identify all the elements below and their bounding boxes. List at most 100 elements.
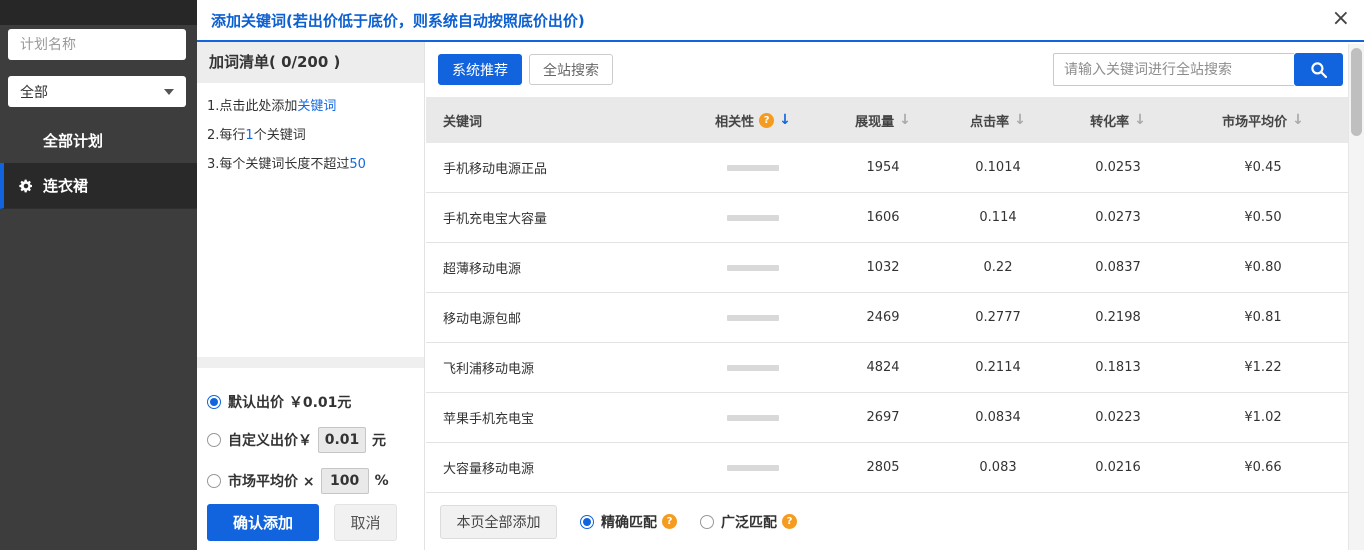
cvr-cell: 0.0223 bbox=[1058, 410, 1178, 425]
sidebar-top-strip bbox=[0, 0, 197, 25]
impressions-cell: 4824 bbox=[828, 360, 938, 375]
radio-exact-match[interactable] bbox=[580, 515, 594, 529]
ctr-cell: 0.2114 bbox=[938, 360, 1058, 375]
plan-filter-value: 全部 bbox=[20, 82, 48, 102]
table-row[interactable]: 手机充电宝大容量16060.1140.0273¥0.50 bbox=[426, 193, 1348, 243]
radio-market-bid[interactable] bbox=[207, 474, 221, 488]
help-icon[interactable]: ? bbox=[782, 514, 797, 529]
instruction-line: 3.每个关键词长度不超过50 bbox=[207, 153, 414, 172]
price-cell: ¥0.80 bbox=[1178, 260, 1348, 275]
gear-icon bbox=[18, 178, 34, 194]
tab-site-search[interactable]: 全站搜索 bbox=[529, 54, 613, 85]
help-icon[interactable]: ? bbox=[662, 514, 677, 529]
cvr-cell: 0.2198 bbox=[1058, 310, 1178, 325]
sort-icon[interactable]: ↓ bbox=[899, 112, 911, 128]
ctr-cell: 0.114 bbox=[938, 210, 1058, 225]
close-icon[interactable]: × bbox=[1332, 4, 1350, 34]
sidebar: 全部 全部计划 连衣裙 bbox=[0, 0, 197, 550]
sort-icon[interactable]: ↓ bbox=[1134, 112, 1146, 128]
relevance-bar bbox=[628, 265, 828, 271]
market-percent-input[interactable] bbox=[321, 468, 369, 494]
impressions-cell: 2805 bbox=[828, 460, 938, 475]
instruction-line: 2.每行1个关键词 bbox=[207, 124, 414, 143]
keyword-search-box bbox=[1053, 53, 1343, 86]
impressions-cell: 2697 bbox=[828, 410, 938, 425]
col-ctr[interactable]: 点击率↓ bbox=[938, 111, 1058, 130]
add-words-panel: 加词清单( 0/200 ) 1.点击此处添加关键词 2.每行1个关键词 3.每个… bbox=[197, 42, 425, 550]
sidebar-item-label: 全部计划 bbox=[43, 130, 103, 151]
col-relevance[interactable]: 相关性 ? ↓ bbox=[628, 111, 828, 130]
add-keywords-modal: 添加关键词(若出价低于底价，则系统自动按照底价出价) × 加词清单( 0/200… bbox=[197, 0, 1364, 550]
match-option-exact[interactable]: 精确匹配 ? bbox=[580, 512, 677, 532]
bid-option-market[interactable]: 市场平均价 × % bbox=[207, 468, 414, 494]
table-row[interactable]: 飞利浦移动电源48240.21140.1813¥1.22 bbox=[426, 343, 1348, 393]
impressions-cell: 1954 bbox=[828, 160, 938, 175]
sort-icon[interactable]: ↓ bbox=[1292, 112, 1304, 128]
table-body: 手机移动电源正品19540.10140.0253¥0.45手机充电宝大容量160… bbox=[426, 143, 1348, 493]
table-row[interactable]: 移动电源包邮24690.27770.2198¥0.81 bbox=[426, 293, 1348, 343]
relevance-bar bbox=[628, 365, 828, 371]
table-row[interactable]: 大容量移动电源28050.0830.0216¥0.66 bbox=[426, 443, 1348, 493]
panel-buttons: 确认添加 取消 bbox=[207, 504, 397, 541]
price-cell: ¥1.02 bbox=[1178, 410, 1348, 425]
keyword-cell: 手机充电宝大容量 bbox=[426, 208, 628, 227]
col-impressions[interactable]: 展现量↓ bbox=[828, 111, 938, 130]
add-all-button[interactable]: 本页全部添加 bbox=[440, 505, 557, 539]
radio-custom-bid[interactable] bbox=[207, 433, 221, 447]
app-root: 全部 全部计划 连衣裙 添加关键词(若出价低于底价，则系统自动按照底价出价) ×… bbox=[0, 0, 1364, 550]
vertical-scrollbar[interactable] bbox=[1348, 44, 1364, 550]
impressions-cell: 2469 bbox=[828, 310, 938, 325]
price-cell: ¥0.81 bbox=[1178, 310, 1348, 325]
plan-search-input[interactable] bbox=[8, 37, 200, 53]
keyword-cell: 移动电源包邮 bbox=[426, 308, 628, 327]
tab-system-recommend[interactable]: 系统推荐 bbox=[438, 54, 522, 85]
bid-option-default[interactable]: 默认出价 ￥0.01元 bbox=[207, 392, 414, 412]
sidebar-item-label: 连衣裙 bbox=[43, 175, 88, 196]
keyword-table-area: 系统推荐 全站搜索 关键词 相关性 ? ↓ bbox=[426, 42, 1348, 550]
keyword-cell: 飞利浦移动电源 bbox=[426, 358, 628, 377]
table-row[interactable]: 手机移动电源正品19540.10140.0253¥0.45 bbox=[426, 143, 1348, 193]
cvr-cell: 0.1813 bbox=[1058, 360, 1178, 375]
confirm-add-button[interactable]: 确认添加 bbox=[207, 504, 319, 541]
modal-header: 添加关键词(若出价低于底价，则系统自动按照底价出价) × bbox=[197, 0, 1364, 42]
sidebar-item-all-plans[interactable]: 全部计划 bbox=[0, 117, 197, 163]
sidebar-item-campaign[interactable]: 连衣裙 bbox=[0, 163, 197, 209]
keyword-search-input[interactable] bbox=[1053, 53, 1294, 86]
impressions-cell: 1032 bbox=[828, 260, 938, 275]
plan-filter-dropdown[interactable]: 全部 bbox=[8, 76, 186, 107]
price-cell: ¥0.50 bbox=[1178, 210, 1348, 225]
keyword-search-button[interactable] bbox=[1294, 53, 1343, 86]
cvr-cell: 0.0253 bbox=[1058, 160, 1178, 175]
keyword-cell: 超薄移动电源 bbox=[426, 258, 628, 277]
panel-header: 加词清单( 0/200 ) bbox=[197, 42, 424, 83]
chevron-down-icon bbox=[164, 89, 174, 95]
ctr-cell: 0.22 bbox=[938, 260, 1058, 275]
ctr-cell: 0.083 bbox=[938, 460, 1058, 475]
table-row[interactable]: 苹果手机充电宝 26970.08340.0223¥1.02 bbox=[426, 393, 1348, 443]
sort-icon[interactable]: ↓ bbox=[1014, 112, 1026, 128]
cancel-button[interactable]: 取消 bbox=[334, 504, 397, 541]
ctr-cell: 0.1014 bbox=[938, 160, 1058, 175]
table-row[interactable]: 超薄移动电源10320.220.0837¥0.80 bbox=[426, 243, 1348, 293]
cvr-cell: 0.0273 bbox=[1058, 210, 1178, 225]
help-icon[interactable]: ? bbox=[759, 113, 774, 128]
custom-bid-input[interactable] bbox=[318, 427, 366, 453]
col-market-price[interactable]: 市场平均价↓ bbox=[1178, 111, 1348, 130]
keyword-cell: 苹果手机充电宝 bbox=[426, 408, 628, 427]
tabs-row: 系统推荐 全站搜索 bbox=[426, 42, 1348, 97]
match-option-broad[interactable]: 广泛匹配 ? bbox=[700, 512, 797, 532]
radio-broad-match[interactable] bbox=[700, 515, 714, 529]
panel-divider bbox=[197, 357, 424, 368]
ctr-cell: 0.0834 bbox=[938, 410, 1058, 425]
scrollbar-thumb[interactable] bbox=[1351, 48, 1362, 136]
sort-desc-icon[interactable]: ↓ bbox=[779, 112, 791, 128]
radio-default-bid[interactable] bbox=[207, 395, 221, 409]
relevance-bar bbox=[628, 215, 828, 221]
bid-option-custom[interactable]: 自定义出价￥ 元 bbox=[207, 427, 414, 453]
table-footer: 本页全部添加 精确匹配 ? 广泛匹配 ? bbox=[426, 493, 1348, 550]
relevance-bar bbox=[628, 465, 828, 471]
col-cvr[interactable]: 转化率↓ bbox=[1058, 111, 1178, 130]
keyword-entry-area[interactable]: 1.点击此处添加关键词 2.每行1个关键词 3.每个关键词长度不超过50 bbox=[197, 83, 424, 172]
keyword-cell: 手机移动电源正品 bbox=[426, 158, 628, 177]
table-header: 关键词 相关性 ? ↓ 展现量↓ 点击率↓ 转化率↓ bbox=[426, 97, 1348, 143]
